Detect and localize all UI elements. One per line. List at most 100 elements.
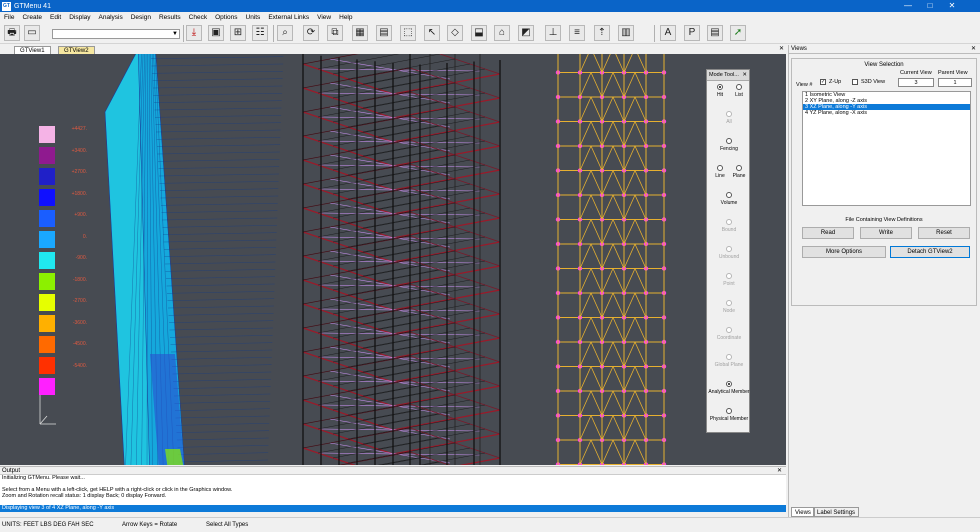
menu-results[interactable]: Results (155, 14, 185, 21)
menu-create[interactable]: Create (18, 14, 46, 21)
tab-views[interactable]: Views (791, 507, 815, 517)
views-panel: Views ✕ View Selection View # ✓ Z-Up S3D … (788, 45, 980, 517)
node-radio[interactable]: Node (707, 300, 751, 314)
maximize-button[interactable]: □ (920, 0, 940, 12)
tower-icon[interactable]: ⌂ (494, 25, 510, 41)
legend-swatch (39, 315, 55, 332)
fencing-radio[interactable]: Fencing (707, 138, 751, 152)
table-icon[interactable]: ▤ (707, 25, 723, 41)
box3d-icon[interactable]: ⬚ (400, 25, 416, 41)
ladder-icon[interactable]: ☷ (252, 25, 268, 41)
close-mode-tool-icon[interactable]: ✕ (742, 70, 747, 81)
axis-triad (39, 390, 56, 425)
menu-external-links[interactable]: External Links (264, 14, 313, 21)
read-button[interactable]: Read (802, 227, 854, 239)
legend-label: +900. (74, 212, 87, 218)
global-plane-radio[interactable]: Global Plane (707, 354, 751, 368)
all-radio[interactable]: All (707, 111, 751, 125)
tab-label-settings[interactable]: Label Settings (813, 507, 860, 517)
legend-label: +3400. (71, 147, 87, 154)
cursor-icon[interactable]: ↖ (424, 25, 440, 41)
toolbar: 🖶 ▭ ▼ ⤓ ▣ ⊞ ☷ ⌕ ⟳ ⧉ ▦ ▤ ⬚ ↖ ◇ ⬓ ⌂ ◩ ⊥ ≡ … (0, 23, 980, 44)
file-group-title: File Containing View Definitions (845, 217, 923, 223)
output-selected-line[interactable]: Displaying view 3 of 4 XZ Plane, along -… (0, 505, 786, 512)
mesh-icon[interactable]: ▦ (352, 25, 368, 41)
arrow-up-icon[interactable]: ⇡ (594, 25, 610, 41)
plane-radio[interactable]: Plane (730, 165, 748, 179)
legend-label: -3600. (72, 319, 87, 326)
mode-tool-title: Mode Tool... (709, 72, 739, 78)
zup-checkbox[interactable]: ✓ (820, 79, 826, 85)
menu-options[interactable]: Options (211, 14, 241, 21)
current-view-field[interactable]: 3 (898, 78, 934, 87)
rotate-hint: Arrow Keys = Rotate (122, 522, 178, 528)
minimize-button[interactable]: — (898, 0, 918, 12)
list-radio[interactable]: List (730, 84, 748, 98)
menu-edit[interactable]: Edit (46, 14, 65, 21)
text-a-icon[interactable]: A (660, 25, 676, 41)
frame-icon[interactable]: ⊞ (230, 25, 246, 41)
stack-bars-icon[interactable]: ≡ (569, 25, 585, 41)
line-radio[interactable]: Line (711, 165, 729, 179)
frame-tower (302, 54, 501, 465)
analytical-member-radio[interactable]: Analytical Member (707, 381, 751, 395)
zoom-icon[interactable]: ⌕ (277, 25, 293, 41)
menu-analysis[interactable]: Analysis (95, 14, 127, 21)
views-tabs: Views Label Settings (789, 507, 980, 517)
pointer-icon[interactable]: ➚ (730, 25, 746, 41)
menu-display[interactable]: Display (65, 14, 94, 21)
model-view[interactable] (0, 54, 786, 465)
menu-units[interactable]: Units (242, 14, 265, 21)
menu-bar: File Create Edit Display Analysis Design Resul… (0, 12, 980, 23)
menu-check[interactable]: Check (185, 14, 211, 21)
tab-gtview1[interactable]: GTView1 (14, 46, 51, 54)
coordinate-radio[interactable]: Coordinate (707, 327, 751, 341)
zoom-window-icon[interactable]: ▭ (24, 25, 40, 41)
menu-help[interactable]: Help (335, 14, 356, 21)
grid-icon[interactable]: ▤ (376, 25, 392, 41)
legend-swatch (39, 126, 55, 143)
results-icon[interactable]: ▥ (618, 25, 634, 41)
window-title: GTMenu 41 (14, 2, 51, 10)
more-options-button[interactable]: More Options (802, 246, 886, 258)
close-views-icon[interactable]: ✕ (971, 45, 976, 54)
view-combo[interactable]: ▼ (52, 29, 180, 39)
menu-design[interactable]: Design (127, 14, 155, 21)
unbound-radio[interactable]: Unbound (707, 246, 751, 260)
rotate-icon[interactable]: ⟳ (303, 25, 319, 41)
output-line: Zoom and Rotation recall status: 1 displ… (2, 493, 167, 499)
printer-icon[interactable]: 🖶 (4, 25, 20, 41)
menu-view[interactable]: View (313, 14, 335, 21)
text-p-icon[interactable]: P (684, 25, 700, 41)
legend-swatch (39, 336, 55, 353)
close-output-icon[interactable]: ✕ (777, 467, 782, 475)
contour-column (104, 54, 284, 465)
reset-button[interactable]: Reset (918, 227, 970, 239)
plane-icon[interactable]: ◇ (447, 25, 463, 41)
stack-icon[interactable]: ⬓ (471, 25, 487, 41)
tab-gtview2[interactable]: GTView2 (58, 46, 95, 54)
s3d-checkbox[interactable] (852, 79, 858, 85)
menu-file[interactable]: File (0, 14, 18, 21)
detach-gtview2-button[interactable]: Detach GTView2 (890, 246, 970, 258)
close-button[interactable]: ✕ (942, 0, 962, 12)
hit-radio[interactable]: Hit (711, 84, 729, 98)
view-list[interactable]: 1 Isometric View 2 XY Plane, along -Z ax… (802, 91, 971, 206)
close-tab-icon[interactable]: ✕ (779, 45, 784, 52)
legend-swatch (39, 231, 55, 248)
bound-radio[interactable]: Bound (707, 219, 751, 233)
parent-view-field[interactable]: 1 (938, 78, 972, 87)
fill-icon[interactable]: ◩ (518, 25, 534, 41)
volume-radio[interactable]: Volume (707, 192, 751, 206)
load-icon[interactable]: ⊥ (545, 25, 561, 41)
view-list-item[interactable]: 4 YZ Plane, along -X axis (803, 110, 970, 116)
write-button[interactable]: Write (860, 227, 912, 239)
elevation-frame (555, 54, 667, 465)
point-radio[interactable]: Point (707, 273, 751, 287)
copy-icon[interactable]: ⧉ (327, 25, 343, 41)
graphics-canvas[interactable]: +4427. +3400. +2700. +1800. +900. 0. -900. -180… (0, 54, 786, 465)
legend-swatch (39, 273, 55, 290)
physical-member-radio[interactable]: Physical Member (707, 408, 751, 422)
download-icon[interactable]: ⤓ (186, 25, 202, 41)
window-icon[interactable]: ▣ (208, 25, 224, 41)
